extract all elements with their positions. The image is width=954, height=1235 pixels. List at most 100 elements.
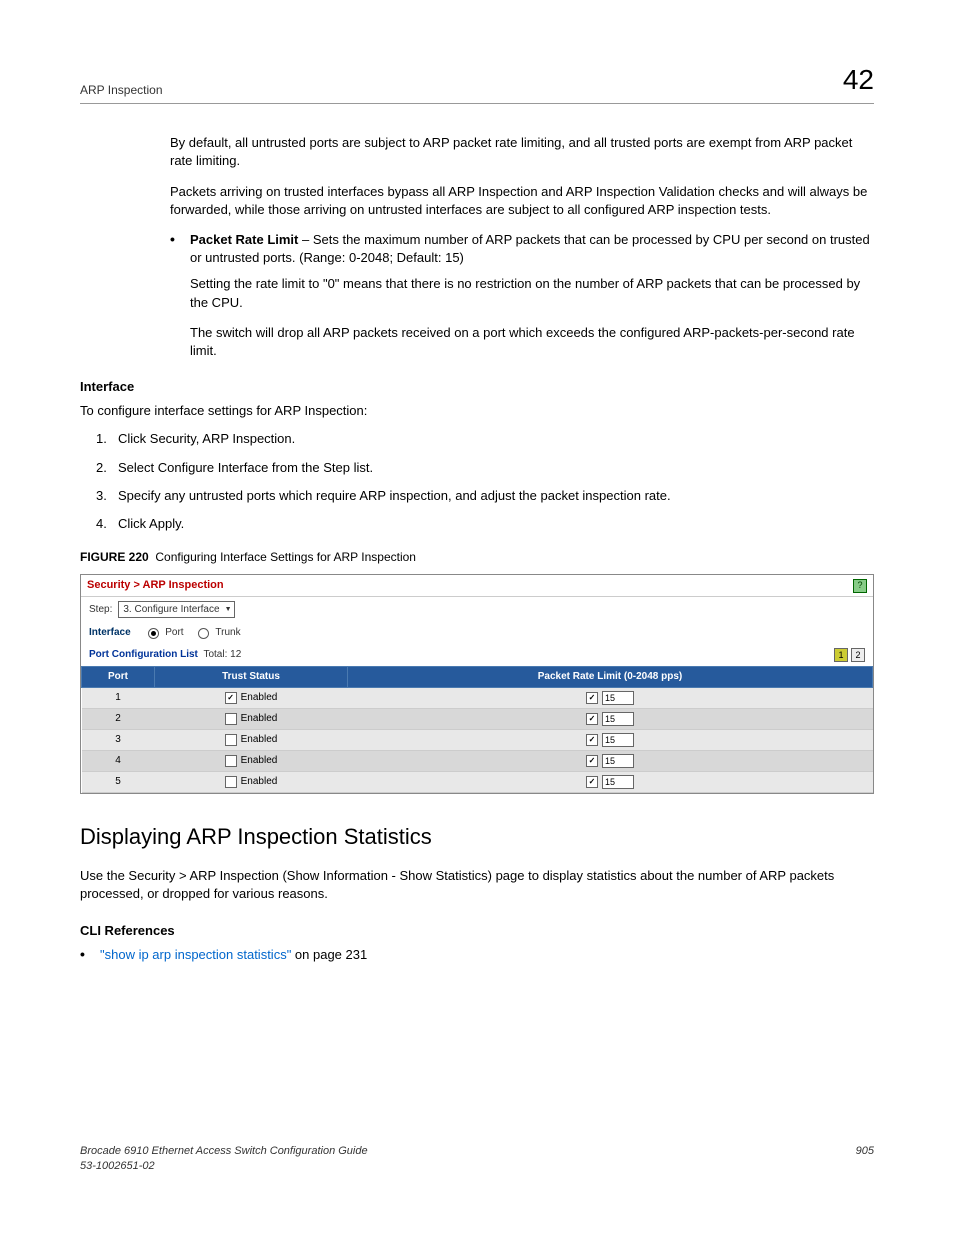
step-number: 1. [96,430,118,448]
step-row: Step: 3. Configure Interface [81,597,873,622]
list-title-text: Port Configuration List [89,649,198,660]
rate-checkbox[interactable] [586,755,598,767]
cell-rate: 15 [348,709,873,730]
trust-checkbox[interactable] [225,734,237,746]
rate-input[interactable]: 15 [602,754,634,768]
screenshot-titlebar: Security > ARP Inspection ? [81,575,873,597]
figure-label: FIGURE 220 [80,550,149,564]
bullet-marker: • [80,946,100,964]
step-select[interactable]: 3. Configure Interface [118,601,234,618]
trust-checkbox[interactable] [225,692,237,704]
enabled-label: Enabled [241,755,278,766]
table-row: 4 Enabled 15 [82,751,873,772]
footer-doc-id: 53-1002651-02 [80,1159,368,1174]
help-icon[interactable]: ? [853,579,867,593]
page-button-1[interactable]: 1 [834,648,848,662]
radio-trunk-label: Trunk [215,626,240,640]
rate-input[interactable]: 15 [602,775,634,789]
breadcrumb: Security > ARP Inspection [87,578,224,593]
cell-trust: Enabled [155,688,348,709]
rate-input[interactable]: 15 [602,733,634,747]
footer-doc-title: Brocade 6910 Ethernet Access Switch Conf… [80,1144,368,1159]
cell-trust: Enabled [155,709,348,730]
steps-list: 1.Click Security, ARP Inspection. 2.Sele… [96,430,874,533]
paragraph: To configure interface settings for ARP … [80,402,874,420]
enabled-label: Enabled [241,713,278,724]
cell-rate: 15 [348,730,873,751]
rate-checkbox[interactable] [586,692,598,704]
step-text: Select Configure Interface from the Step… [118,459,874,477]
cell-rate: 15 [348,772,873,793]
step-text: Specify any untrusted ports which requir… [118,487,874,505]
paragraph: Setting the rate limit to "0" means that… [190,275,874,311]
footer-left: Brocade 6910 Ethernet Access Switch Conf… [80,1144,368,1175]
port-table: Port Trust Status Packet Rate Limit (0-2… [81,666,873,793]
rate-checkbox[interactable] [586,713,598,725]
col-trust: Trust Status [155,667,348,688]
footer-page-number: 905 [856,1144,874,1175]
step-text: Click Apply. [118,515,874,533]
step-item: 2.Select Configure Interface from the St… [96,459,874,477]
enabled-label: Enabled [241,734,278,745]
bullet-marker: • [170,231,190,267]
cell-port: 4 [82,751,155,772]
interface-row: Interface Port Trunk [81,622,873,644]
radio-trunk[interactable] [198,628,209,639]
page-button-2[interactable]: 2 [851,648,865,662]
paragraph: Use the Security > ARP Inspection (Show … [80,867,874,903]
radio-port-label: Port [165,626,183,640]
bullet-text: Packet Rate Limit – Sets the maximum num… [190,231,874,267]
paragraph: The switch will drop all ARP packets rec… [190,324,874,360]
bullet-item: • Packet Rate Limit – Sets the maximum n… [170,231,874,267]
bullet-text: "show ip arp inspection statistics" on p… [100,946,874,964]
list-total-label: Total: [203,649,230,660]
section-heading: Displaying ARP Inspection Statistics [80,822,874,853]
term: Packet Rate Limit [190,232,298,247]
cell-port: 2 [82,709,155,730]
table-row: 1Enabled 15 [82,688,873,709]
paragraph: Packets arriving on trusted interfaces b… [170,183,874,219]
list-total-value: 12 [230,649,241,660]
cell-port: 3 [82,730,155,751]
subsection-heading: Interface [80,378,874,396]
page-header: ARP Inspection 42 [80,60,874,104]
trust-checkbox[interactable] [225,755,237,767]
step-item: 4.Click Apply. [96,515,874,533]
col-port: Port [82,667,155,688]
step-item: 1.Click Security, ARP Inspection. [96,430,874,448]
list-title: Port Configuration List Total: 12 [89,648,241,662]
cli-link[interactable]: "show ip arp inspection statistics" [100,947,291,962]
step-text: Click Security, ARP Inspection. [118,430,874,448]
figure-title: Configuring Interface Settings for ARP I… [155,550,416,564]
step-item: 3.Specify any untrusted ports which requ… [96,487,874,505]
table-row: 2 Enabled 15 [82,709,873,730]
screenshot-figure: Security > ARP Inspection ? Step: 3. Con… [80,574,874,794]
radio-port[interactable] [148,628,159,639]
step-number: 3. [96,487,118,505]
rate-input[interactable]: 15 [602,691,634,705]
rate-checkbox[interactable] [586,734,598,746]
cell-rate: 15 [348,751,873,772]
table-row: 3 Enabled 15 [82,730,873,751]
rate-input[interactable]: 15 [602,712,634,726]
cell-rate: 15 [348,688,873,709]
bullet-item: • "show ip arp inspection statistics" on… [80,946,874,964]
trust-checkbox[interactable] [225,776,237,788]
header-chapter-number: 42 [843,60,874,99]
cell-port: 5 [82,772,155,793]
paragraph: By default, all untrusted ports are subj… [170,134,874,170]
header-section-title: ARP Inspection [80,82,163,99]
table-row: 5 Enabled 15 [82,772,873,793]
list-header-row: Port Configuration List Total: 12 1 2 [81,644,873,666]
cell-trust: Enabled [155,751,348,772]
cell-trust: Enabled [155,772,348,793]
pager: 1 2 [834,648,865,662]
enabled-label: Enabled [241,776,278,787]
rate-checkbox[interactable] [586,776,598,788]
step-number: 2. [96,459,118,477]
trust-checkbox[interactable] [225,713,237,725]
subsection-heading: CLI References [80,922,874,940]
step-label: Step: [89,603,112,617]
cell-port: 1 [82,688,155,709]
figure-caption: FIGURE 220 Configuring Interface Setting… [80,549,874,566]
